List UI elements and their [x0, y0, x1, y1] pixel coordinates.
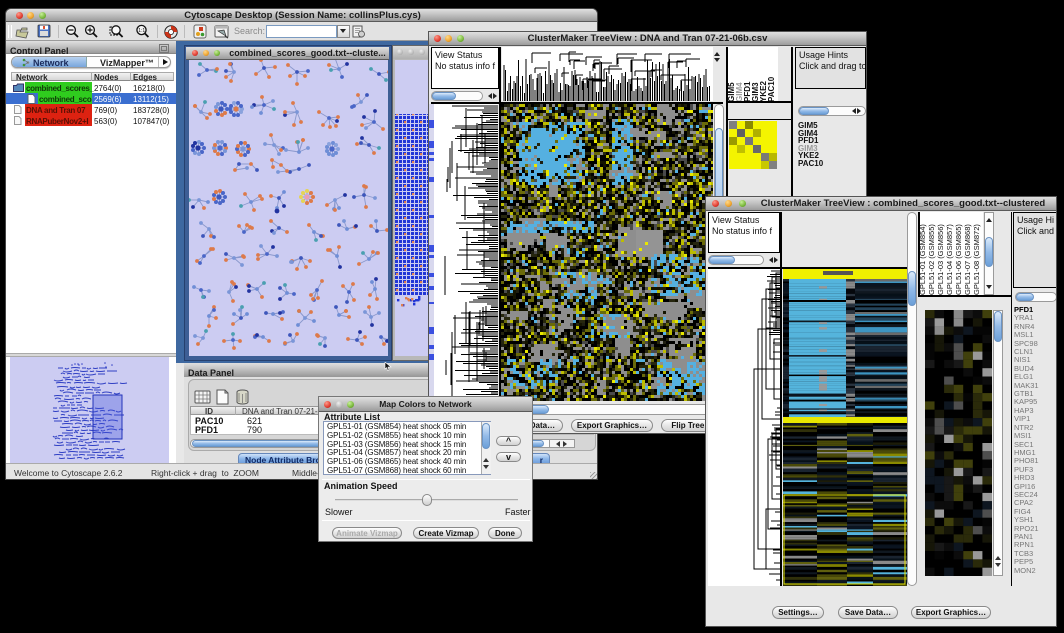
svg-text:1:1: 1:1: [138, 28, 145, 34]
svg-text:PAC10: PAC10: [767, 76, 776, 101]
